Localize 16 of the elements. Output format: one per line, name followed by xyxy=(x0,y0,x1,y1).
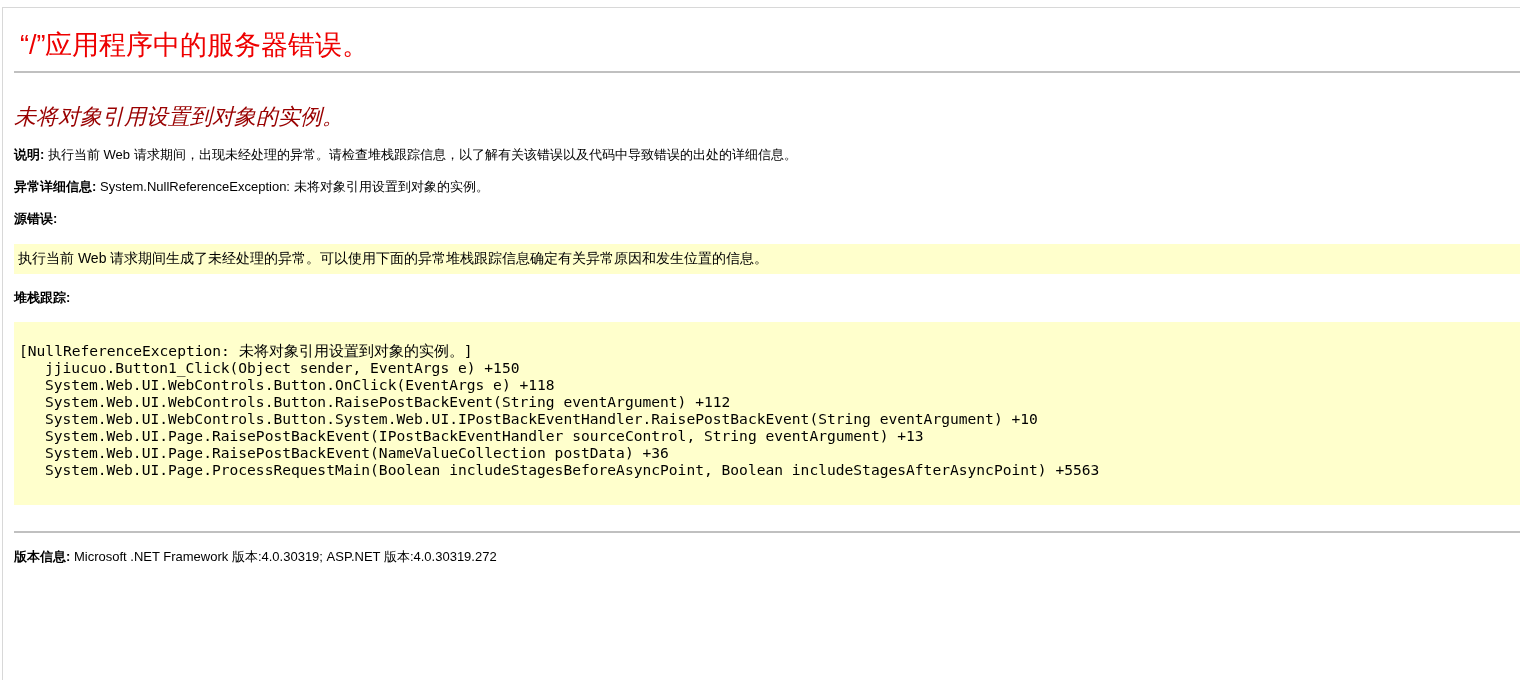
stack-trace-line: System.Web.UI.Page.RaisePostBackEvent(NameValueCollection postData) +36 xyxy=(44,444,669,461)
stack-trace-line: System.Web.UI.WebControls.Button.RaisePostBackEvent(String eventArgument) +112 xyxy=(44,393,731,410)
description-text: 说明: 执行当前 Web 请求期间，出现未经处理的异常。请检查堆栈跟踪信息，以了解有关该错误以及代码中导致错误的出处的详细信息。 xyxy=(14,146,798,163)
stack-trace-line: jjiucuo.Button1_Click(Object sender, EventArgs e) +150 xyxy=(44,359,520,376)
page-title: “/”应用程序中的服务器错误。 xyxy=(20,29,371,62)
stack-trace-line: System.Web.UI.Page.ProcessRequestMain(Boolean includeStagesBeforeAsyncPoint, Boolean includeStagesAfterAsyncPoint) +5563 xyxy=(44,461,1100,478)
section-heading: 源错误: xyxy=(14,210,59,227)
exception-details-text: 异常详细信息: System.NullReferenceException: 未将对象引用设置到对象的实例。 xyxy=(14,178,490,195)
stack-trace-line: System.Web.UI.Page.RaisePostBackEvent(IPostBackEventHandler sourceControl, String eventArgument) +13 xyxy=(44,427,924,444)
source-error-text: 执行当前 Web 请求期间生成了未经处理的异常。可以使用下面的异常堆栈跟踪信息确定有关异常原因和发生位置的信息。 xyxy=(18,250,770,267)
version-info-text: 版本信息: Microsoft .NET Framework 版本:4.0.30319; ASP.NET 版本:4.0.30319.272 xyxy=(14,548,498,565)
stack-trace-line: System.Web.UI.WebControls.Button.System.Web.UI.IPostBackEventHandler.RaisePostBackEvent(String eventArgument) +10 xyxy=(44,410,1038,427)
error-message: 未将对象引用设置到对象的实例。 xyxy=(14,103,345,131)
stack-trace-line: [NullReferenceException: 未将对象引用设置到对象的实例。] xyxy=(19,342,473,359)
section-heading: 堆栈跟踪: xyxy=(14,289,72,306)
stack-trace-line: System.Web.UI.WebControls.Button.OnClick(EventArgs e) +118 xyxy=(44,376,555,393)
